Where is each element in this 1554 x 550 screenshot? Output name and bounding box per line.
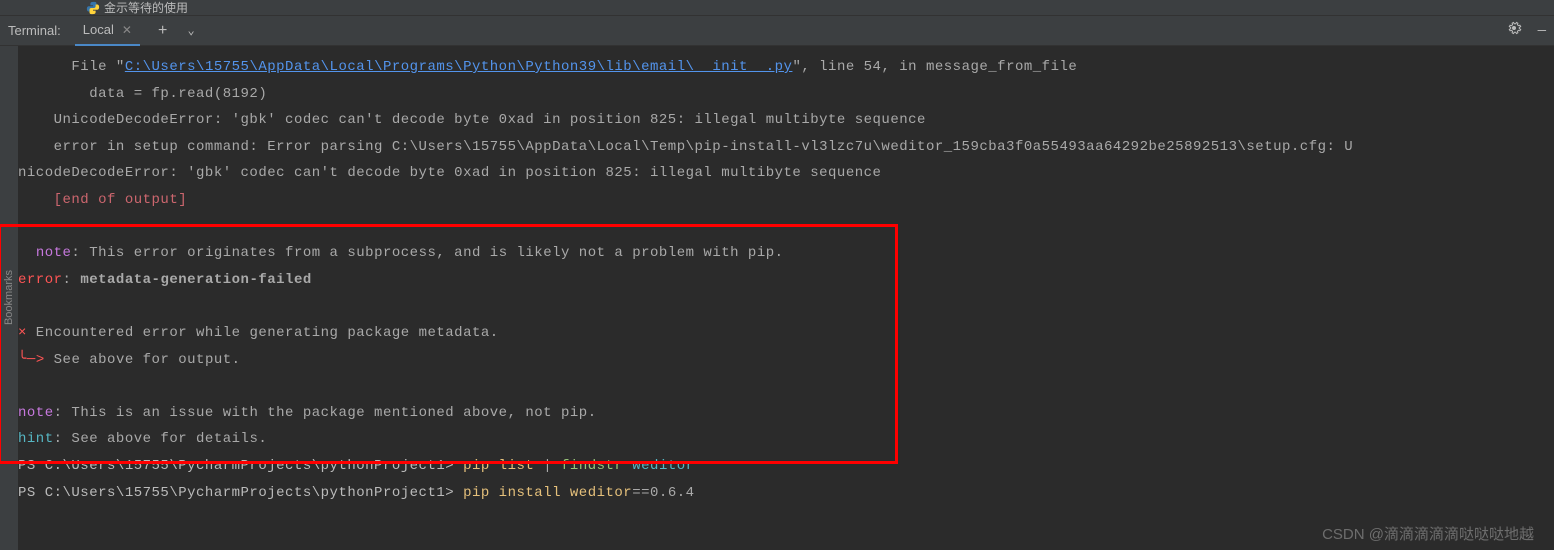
close-icon[interactable]: ✕ bbox=[122, 23, 132, 37]
error-summary: error: metadata-generation-failed bbox=[18, 267, 1536, 294]
minimize-icon[interactable]: — bbox=[1538, 23, 1546, 39]
new-terminal-icon[interactable]: + bbox=[158, 22, 168, 40]
python-icon bbox=[86, 1, 100, 15]
traceback-line: File "C:\Users\15755\AppData\Local\Progr… bbox=[18, 54, 1536, 81]
terminal-output[interactable]: File "C:\Users\15755\AppData\Local\Progr… bbox=[0, 46, 1554, 514]
terminal-header: Terminal: Local ✕ + ⌄ — bbox=[0, 16, 1554, 46]
prompt-line: PS C:\Users\15755\PycharmProjects\python… bbox=[18, 453, 1536, 480]
note-line: note: This error originates from a subpr… bbox=[18, 240, 1536, 267]
code-line: data = fp.read(8192) bbox=[18, 81, 1536, 108]
terminal-label: Terminal: bbox=[8, 23, 61, 38]
file-tab[interactable]: 金示等待的使用 bbox=[86, 0, 188, 16]
gear-icon[interactable] bbox=[1506, 20, 1522, 41]
chevron-down-icon[interactable]: ⌄ bbox=[188, 23, 195, 38]
blank-line bbox=[18, 214, 1536, 241]
terminal-header-actions: — bbox=[1506, 20, 1546, 41]
editor-tab-bar: 金示等待的使用 bbox=[0, 0, 1554, 16]
file-link[interactable]: C:\Users\15755\AppData\Local\Programs\Py… bbox=[125, 59, 793, 75]
prompt-line: PS C:\Users\15755\PycharmProjects\python… bbox=[18, 480, 1536, 507]
hint-line: hint: See above for details. bbox=[18, 426, 1536, 453]
terminal-tab-local[interactable]: Local ✕ bbox=[75, 16, 140, 46]
error-detail: ╰─> See above for output. bbox=[18, 347, 1536, 374]
error-line: UnicodeDecodeError: 'gbk' codec can't de… bbox=[18, 107, 1536, 134]
error-line: error in setup command: Error parsing C:… bbox=[18, 134, 1536, 161]
end-output: [end of output] bbox=[18, 187, 1536, 214]
note-line: note: This is an issue with the package … bbox=[18, 400, 1536, 427]
error-line: nicodeDecodeError: 'gbk' codec can't dec… bbox=[18, 160, 1536, 187]
terminal-tab-label: Local bbox=[83, 22, 114, 37]
watermark: CSDN @滴滴滴滴滴哒哒哒地越 bbox=[1322, 523, 1534, 544]
file-tab-label: 金示等待的使用 bbox=[104, 0, 188, 16]
blank-line bbox=[18, 293, 1536, 320]
blank-line bbox=[18, 373, 1536, 400]
error-detail: × Encountered error while generating pac… bbox=[18, 320, 1536, 347]
